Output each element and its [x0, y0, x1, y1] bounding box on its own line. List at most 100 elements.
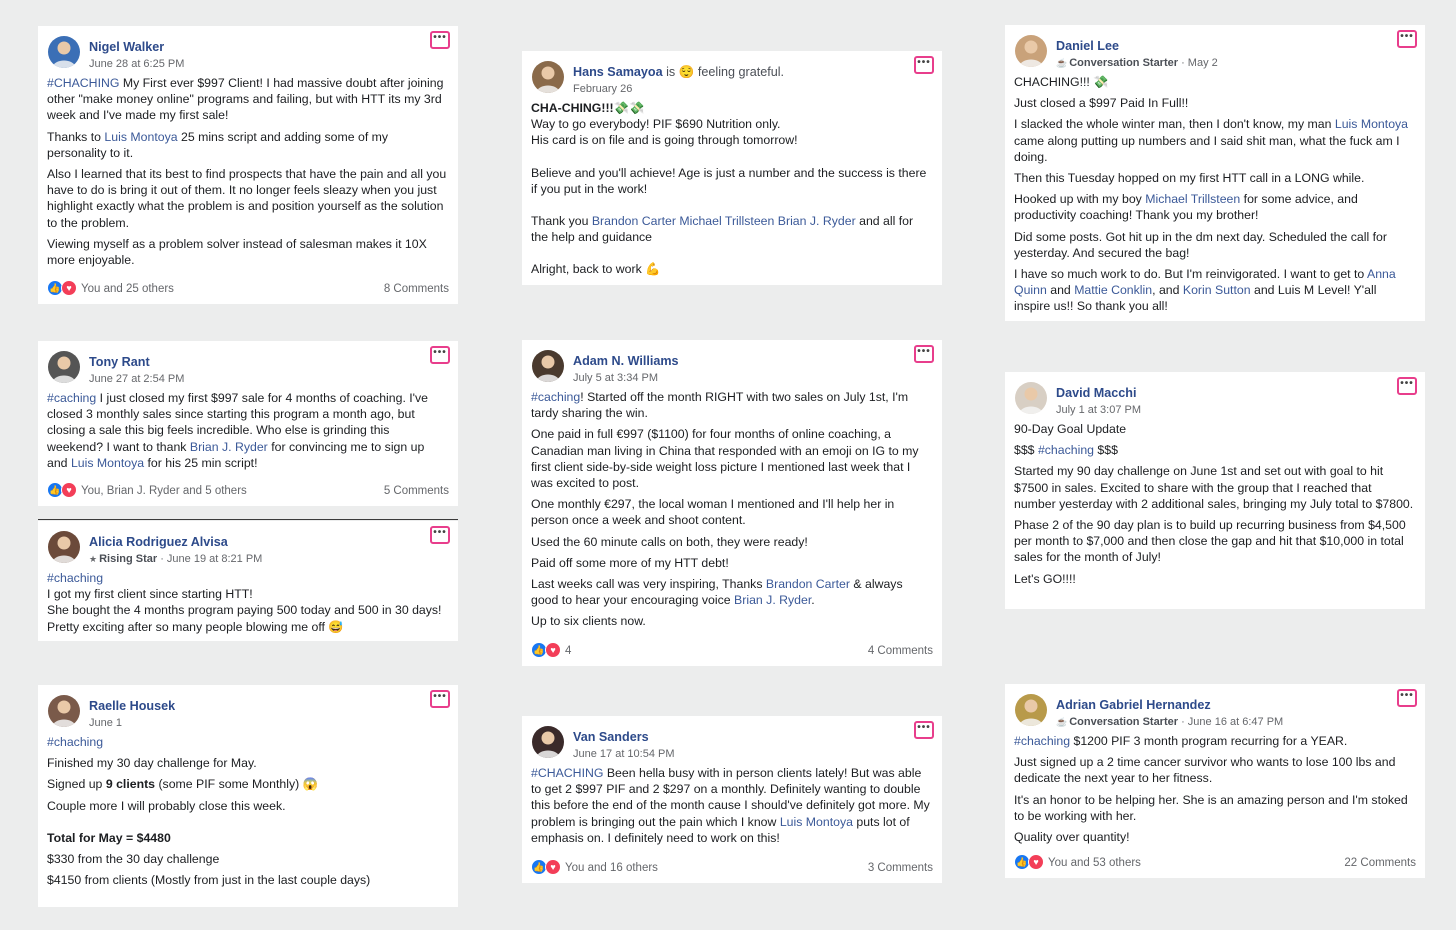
avatar[interactable]	[1015, 382, 1047, 414]
reactions[interactable]: 👍 ♥	[47, 280, 79, 296]
author-name[interactable]: Adam N. Williams	[573, 353, 679, 369]
post-timestamp[interactable]: February 26	[573, 83, 632, 95]
reactions[interactable]: 👍 ♥	[1014, 854, 1046, 870]
post-paragraph: It's an honor to be helping her. She is …	[1014, 792, 1408, 823]
post-header: Raelle Housek June 1 •••	[47, 690, 450, 731]
post-meta: June 28 at 6:25 PM	[89, 56, 184, 72]
avatar[interactable]	[48, 695, 80, 727]
post-paragraph: One monthly €297, the local woman I ment…	[531, 497, 895, 528]
more-options-icon[interactable]: •••	[1397, 689, 1417, 707]
reactions[interactable]: 👍 ♥	[47, 482, 79, 498]
post-card: Van Sanders June 17 at 10:54 PM ••• #CHACHI…	[522, 716, 942, 883]
reaction-count[interactable]: 4	[565, 643, 571, 659]
post-paragraph: Believe and you'll achieve! Age is just …	[531, 165, 927, 196]
avatar[interactable]	[532, 61, 564, 93]
more-options-icon[interactable]: •••	[430, 31, 450, 49]
post-timestamp[interactable]: · May 2	[1178, 57, 1218, 69]
comments-count[interactable]: 4 Comments	[868, 643, 933, 659]
post-header: David Macchi July 1 at 3:07 PM •••	[1014, 377, 1417, 418]
post-header: Van Sanders June 17 at 10:54 PM •••	[531, 721, 934, 762]
post-paragraph: Hooked up with my boy Michael Trillsteen…	[1014, 192, 1358, 223]
more-options-icon[interactable]: •••	[430, 690, 450, 708]
author-name-text[interactable]: Hans Samayoa	[573, 65, 663, 79]
more-options-icon[interactable]: •••	[430, 346, 450, 364]
author-name-text[interactable]: Van Sanders	[573, 730, 649, 744]
author-name[interactable]: Alicia Rodriguez Alvisa	[89, 534, 228, 550]
post-paragraph: Started my 90 day challenge on June 1st …	[1014, 464, 1414, 511]
author-name-text[interactable]: Nigel Walker	[89, 40, 164, 54]
author-name[interactable]: Van Sanders	[573, 729, 649, 745]
post-paragraph: One paid in full €997 ($1100) for four m…	[531, 427, 919, 491]
post-header: Adrian Gabriel Hernandez ☕ Conversation St…	[1014, 689, 1417, 730]
post-paragraph: Signed up 9 clients (some PIF some Month…	[47, 777, 318, 792]
post-timestamp[interactable]: June 27 at 2:54 PM	[89, 373, 184, 385]
post-timestamp[interactable]: June 17 at 10:54 PM	[573, 748, 675, 760]
author-name-text[interactable]: Adrian Gabriel Hernandez	[1056, 698, 1211, 712]
post-paragraph: Total for May = $4480	[47, 830, 171, 845]
post-timestamp[interactable]: July 1 at 3:07 PM	[1056, 404, 1141, 416]
post-card: Adrian Gabriel Hernandez ☕ Conversation St…	[1005, 684, 1425, 878]
more-options-icon[interactable]: •••	[914, 56, 934, 74]
post-paragraph: Then this Tuesday hopped on my first HTT…	[1014, 171, 1365, 186]
reaction-count[interactable]: You and 53 others	[1048, 855, 1141, 871]
post-paragraph: #chaching	[47, 735, 104, 749]
post-paragraph: Paid off some more of my HTT debt!	[531, 555, 729, 570]
post-timestamp[interactable]: · June 19 at 8:21 PM	[157, 553, 262, 565]
post-paragraph: Did some posts. Got hit up in the dm nex…	[1014, 229, 1387, 260]
author-name-text[interactable]: David Macchi	[1056, 386, 1137, 400]
author-name[interactable]: David Macchi	[1056, 385, 1137, 401]
post-timestamp[interactable]: · June 16 at 6:47 PM	[1178, 716, 1283, 728]
post-footer: 👍 ♥ 4 4 Comments	[531, 641, 933, 659]
post-header: Daniel Lee ☕ Conversation Starter · May 2 •…	[1014, 30, 1417, 71]
post-card: Raelle Housek June 1 ••• #chaching Finished …	[38, 685, 458, 907]
author-name[interactable]: Nigel Walker	[89, 39, 164, 55]
reactions[interactable]: 👍 ♥	[531, 642, 563, 658]
post-timestamp[interactable]: July 5 at 3:34 PM	[573, 372, 658, 384]
avatar[interactable]	[48, 531, 80, 563]
post-footer: 👍 ♥ You and 16 others 3 Comments	[531, 858, 933, 876]
more-options-icon[interactable]: •••	[1397, 377, 1417, 395]
post-paragraph: #chaching $1200 PIF 3 month program recu…	[1014, 734, 1348, 748]
reaction-count[interactable]: You and 25 others	[81, 281, 174, 297]
author-name[interactable]: Tony Rant	[89, 354, 150, 370]
reaction-count[interactable]: You and 16 others	[565, 860, 658, 876]
avatar[interactable]	[532, 726, 564, 758]
post-paragraph: Thanks to Luis Montoya 25 mins script an…	[47, 129, 389, 160]
post-body: CHACHING!!! 💸 Just closed a $997 Paid In …	[1014, 74, 1415, 315]
comments-count[interactable]: 22 Comments	[1344, 855, 1416, 871]
post-header: Alicia Rodriguez Alvisa ★ Rising Star · Ju…	[47, 526, 450, 567]
more-options-icon[interactable]: •••	[1397, 30, 1417, 48]
author-name[interactable]: Raelle Housek	[89, 698, 175, 714]
comments-count[interactable]: 8 Comments	[384, 281, 449, 297]
avatar[interactable]	[532, 350, 564, 382]
comments-count[interactable]: 3 Comments	[868, 860, 933, 876]
more-options-icon[interactable]: •••	[914, 345, 934, 363]
avatar[interactable]	[1015, 35, 1047, 67]
comments-count[interactable]: 5 Comments	[384, 483, 449, 499]
author-name-text[interactable]: Adam N. Williams	[573, 354, 679, 368]
more-options-icon[interactable]: •••	[914, 721, 934, 739]
reaction-count[interactable]: You, Brian J. Ryder and 5 others	[81, 483, 247, 499]
post-meta: ☕ Conversation Starter · May 2	[1056, 55, 1218, 71]
badge-label: Conversation Starter	[1069, 716, 1179, 728]
post-meta: July 5 at 3:34 PM	[573, 370, 658, 386]
avatar[interactable]	[1015, 694, 1047, 726]
post-meta: June 1	[89, 715, 122, 731]
post-paragraph: Quality over quantity!	[1014, 830, 1130, 845]
post-paragraph: Couple more I will probably close this w…	[47, 798, 286, 813]
author-name-text[interactable]: Tony Rant	[89, 355, 150, 369]
post-body: 90-Day Goal Update $$$ #chaching $$$ Start…	[1014, 421, 1415, 587]
post-timestamp[interactable]: June 28 at 6:25 PM	[89, 58, 184, 70]
reactions[interactable]: 👍 ♥	[531, 859, 563, 875]
author-name[interactable]: Adrian Gabriel Hernandez	[1056, 697, 1211, 713]
avatar[interactable]	[48, 351, 80, 383]
author-name-text[interactable]: Daniel Lee	[1056, 39, 1119, 53]
badge-label: Rising Star	[99, 553, 158, 565]
author-name-text[interactable]: Raelle Housek	[89, 699, 175, 713]
more-options-icon[interactable]: •••	[430, 526, 450, 544]
author-name[interactable]: Daniel Lee	[1056, 38, 1119, 54]
author-name[interactable]: Hans Samayoa is 😌 feeling grateful.	[573, 64, 784, 80]
avatar[interactable]	[48, 36, 80, 68]
post-timestamp[interactable]: June 1	[89, 717, 122, 729]
author-name-text[interactable]: Alicia Rodriguez Alvisa	[89, 535, 228, 549]
